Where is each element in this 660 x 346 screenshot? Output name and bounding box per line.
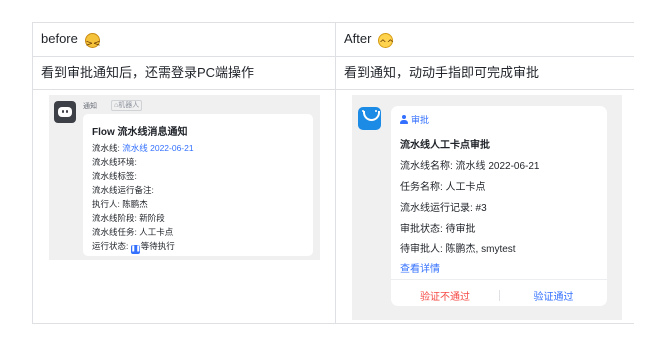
before-env-line: 流水线环境:: [92, 157, 137, 167]
before-remark-line: 流水线运行备注:: [92, 185, 154, 195]
row-before-description: 看到审批通知后，还需登录PC端操作: [41, 65, 255, 80]
before-pipeline-line: 流水线: 流水线 2022-06-21: [92, 142, 194, 154]
reject-button[interactable]: 验证不通过: [391, 288, 499, 303]
approval-task-name: 任务名称: 人工卡点: [400, 182, 486, 193]
before-card-title: Flow 流水线消息通知: [92, 127, 188, 138]
before-screenshot: 通知 ⌂机器人 Flow 流水线消息通知 流水线: 流水线 2022-06-21…: [49, 95, 320, 260]
before-status-label: 运行状态:: [92, 241, 129, 251]
after-screenshot: 审批 流水线人工卡点审批 流水线名称: 流水线 2022-06-21 任务名称:…: [352, 95, 622, 320]
approval-status: 审批状态: 待审批: [400, 224, 476, 235]
person-icon: [400, 115, 408, 124]
approval-pending-approvers: 待审批人: 陈鹏杰, smytest: [400, 244, 516, 255]
header-after-label: After: [344, 31, 372, 46]
bot-tag: ⌂机器人: [111, 100, 143, 111]
header-before: before ><: [41, 31, 101, 49]
approval-app-icon: [358, 107, 381, 130]
before-tag-line: 流水线标签:: [92, 171, 137, 181]
row-after-description: 看到通知，动动手指即可完成审批: [344, 65, 540, 80]
before-pipeline-link[interactable]: 流水线 2022-06-21: [122, 143, 193, 153]
approve-button[interactable]: 验证通过: [500, 288, 607, 303]
bot-tag-label: 机器人: [118, 102, 140, 109]
header-before-label: before: [41, 31, 78, 46]
before-pipeline-label: 流水线:: [92, 143, 120, 153]
approval-run-record: 流水线运行记录: #3: [400, 203, 487, 214]
table-column-divider: [335, 22, 336, 324]
tired-face-emoji-icon: ><: [84, 33, 101, 49]
approval-card-title: 流水线人工卡点审批: [400, 140, 490, 151]
approval-tag-label: 审批: [411, 115, 430, 125]
table-divider-1: [32, 56, 634, 57]
before-stage-line: 流水线阶段: 新阶段: [92, 213, 165, 223]
before-message-card: Flow 流水线消息通知 流水线: 流水线 2022-06-21 流水线环境: …: [83, 114, 313, 256]
pause-icon: ❚❚: [130, 245, 141, 254]
table-divider-2: [32, 89, 634, 90]
before-task-line: 流水线任务: 人工卡点: [92, 227, 174, 237]
before-status-value: 等待执行: [140, 241, 175, 251]
view-details-link[interactable]: 查看详情: [400, 260, 440, 275]
card-action-divider: [391, 279, 607, 280]
table-border-bottom: [32, 323, 634, 324]
approval-tag: 审批: [400, 113, 429, 126]
approval-card: 审批 流水线人工卡点审批 流水线名称: 流水线 2022-06-21 任务名称:…: [391, 106, 607, 306]
smiling-face-emoji-icon: ^^: [378, 33, 394, 49]
approval-pipeline-name: 流水线名称: 流水线 2022-06-21: [400, 161, 540, 172]
header-after: After ^^: [344, 31, 394, 49]
table-border-left: [32, 22, 33, 324]
before-executor-line: 执行人: 陈鹏杰: [92, 199, 148, 209]
bot-sender-name: 通知: [83, 103, 97, 110]
table-border-top: [32, 22, 634, 23]
before-status-line: 运行状态: ❚❚等待执行: [92, 240, 175, 254]
bot-avatar-icon: [54, 101, 76, 123]
